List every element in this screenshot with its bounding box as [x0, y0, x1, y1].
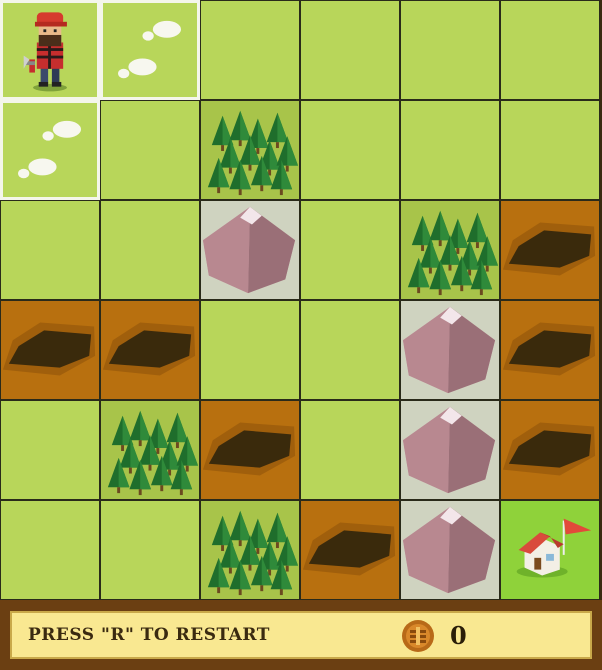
grass-tile	[400, 0, 500, 100]
forest-tile	[100, 400, 200, 500]
grass-tile	[400, 100, 500, 200]
lumberjack-icon	[23, 12, 67, 92]
grass-tile	[200, 300, 300, 400]
mountain-tile	[400, 500, 500, 600]
footprints-icon	[18, 120, 82, 179]
grass-tile	[500, 100, 600, 200]
mountain-tile	[400, 300, 500, 400]
pit-icon	[502, 222, 596, 276]
trees-icon	[107, 410, 199, 496]
mountain-tile	[200, 200, 300, 300]
game-board	[0, 0, 602, 600]
pit-tile	[500, 400, 600, 500]
grass-tile	[100, 200, 200, 300]
mountain-icon	[402, 306, 496, 394]
grass-tile	[300, 0, 400, 100]
score-value: 0	[450, 621, 467, 650]
hud-panel: PRESS "R" TO RESTART 0	[10, 611, 592, 659]
grass-tile	[0, 200, 100, 300]
grass-tile	[300, 400, 400, 500]
pit-tile	[500, 200, 600, 300]
home-goal-tile	[500, 500, 600, 600]
footprints-icon	[118, 20, 182, 79]
trees-icon	[407, 210, 499, 296]
footprint-tile	[100, 0, 200, 100]
mountain-tile	[400, 400, 500, 500]
pit-icon	[502, 422, 596, 476]
forest-tile	[200, 100, 300, 200]
game-screen: PRESS "R" TO RESTART 0	[0, 0, 602, 670]
grass-tile	[200, 0, 300, 100]
hud-bar: PRESS "R" TO RESTART 0	[0, 600, 602, 670]
grass-tile	[0, 500, 100, 600]
forest-tile	[400, 200, 500, 300]
grass-tile	[100, 100, 200, 200]
restart-hint: PRESS "R" TO RESTART	[28, 625, 270, 645]
pit-tile	[100, 300, 200, 400]
pit-tile	[200, 400, 300, 500]
pit-tile	[500, 300, 600, 400]
pit-tile	[0, 300, 100, 400]
footprint-tile	[0, 100, 100, 200]
grass-tile	[500, 0, 600, 100]
grass-tile	[0, 400, 100, 500]
pit-icon	[302, 522, 396, 576]
forest-tile	[200, 500, 300, 600]
trees-icon	[207, 110, 299, 196]
grass-tile	[100, 500, 200, 600]
coin-icon	[402, 620, 434, 652]
pit-icon	[202, 422, 296, 476]
pit-icon	[102, 322, 196, 376]
grass-tile	[300, 200, 400, 300]
player-character	[0, 0, 100, 100]
mountain-icon	[402, 406, 496, 494]
house-flag-icon	[516, 518, 592, 578]
pit-icon	[502, 322, 596, 376]
trees-icon	[207, 510, 299, 596]
grass-tile	[300, 100, 400, 200]
mountain-icon	[402, 506, 496, 594]
grass-tile	[300, 300, 400, 400]
pit-tile	[300, 500, 400, 600]
pit-icon	[2, 322, 96, 376]
mountain-icon	[202, 206, 296, 294]
